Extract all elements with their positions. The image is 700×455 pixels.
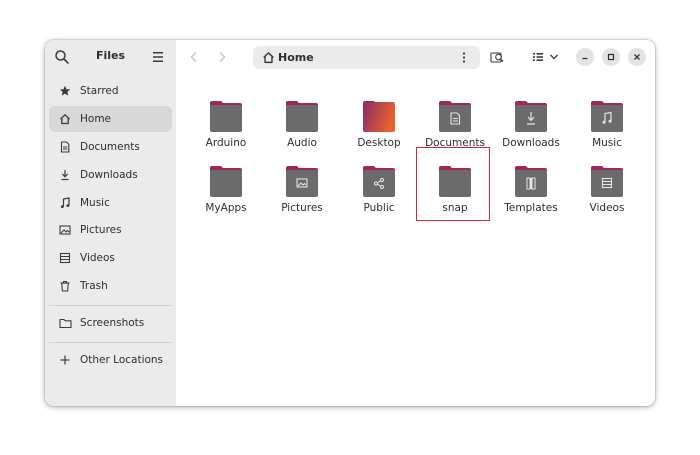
file-name: Downloads [502, 137, 560, 149]
minimize-icon [582, 57, 588, 60]
file-name: Desktop [357, 137, 401, 149]
home-icon [263, 52, 274, 64]
file-name: Music [592, 137, 622, 149]
folder-downloads[interactable]: Downloads [493, 94, 569, 156]
trash-icon [58, 279, 72, 293]
sidebar-item-music[interactable]: Music [49, 190, 172, 216]
header-bar: Home [176, 40, 655, 74]
sidebar-item-label: Music [80, 197, 110, 209]
sidebar-divider [49, 342, 172, 343]
music-icon [58, 196, 72, 210]
document-icon [58, 140, 72, 154]
file-name: Pictures [281, 202, 323, 214]
maximize-icon [607, 53, 615, 61]
files-window: Files Starred Home Documents Downloads M… [45, 40, 655, 406]
download-icon [58, 168, 72, 182]
folder-icon [286, 101, 318, 132]
folder-icon [58, 316, 72, 330]
folder-icon [439, 166, 471, 197]
folder-icon [591, 166, 623, 197]
folder-public[interactable]: Public [341, 159, 417, 221]
sidebar-item-downloads[interactable]: Downloads [49, 162, 172, 188]
folder-templates[interactable]: Templates [493, 159, 569, 221]
sidebar-item-label: Screenshots [80, 317, 145, 329]
kebab-menu-icon[interactable] [461, 51, 467, 64]
folder-icon [439, 101, 471, 132]
sidebar-item-label: Documents [80, 141, 140, 153]
sidebar-item-label: Videos [80, 252, 115, 264]
current-location: Home [278, 51, 314, 64]
file-name: Arduino [205, 137, 247, 149]
sidebar-item-documents[interactable]: Documents [49, 134, 172, 160]
folder-snap[interactable]: snap [417, 159, 493, 221]
sidebar-item-label: Starred [80, 85, 119, 97]
star-icon [58, 84, 72, 98]
sidebar-item-screenshots[interactable]: Screenshots [49, 310, 172, 336]
plus-icon [58, 353, 72, 367]
sidebar-item-label: Pictures [80, 224, 122, 236]
desktop-folder-icon [363, 101, 395, 132]
folder-icon [210, 101, 242, 132]
folder-icon [363, 166, 395, 197]
sidebar-divider [49, 305, 172, 306]
video-icon [58, 251, 72, 265]
sidebar-item-label: Trash [80, 280, 108, 292]
view-options-button[interactable] [548, 49, 560, 65]
folder-audio[interactable]: Audio [264, 94, 340, 156]
folder-arduino[interactable]: Arduino [188, 94, 264, 156]
sidebar-item-videos[interactable]: Videos [49, 245, 172, 271]
view-toggle-button[interactable] [531, 49, 545, 65]
file-name: MyApps [205, 202, 247, 214]
maximize-button[interactable] [602, 48, 620, 66]
sidebar-item-starred[interactable]: Starred [49, 78, 172, 104]
folder-search-icon [489, 52, 503, 63]
folder-icon [591, 101, 623, 132]
sidebar-item-pictures[interactable]: Pictures [49, 217, 172, 243]
sidebar-item-other-locations[interactable]: Other Locations [49, 347, 172, 373]
file-name: Videos [589, 202, 625, 214]
sidebar-item-home[interactable]: Home [49, 106, 172, 132]
file-name: Templates [504, 202, 558, 214]
chevron-down-icon [550, 54, 558, 60]
list-view-icon [533, 53, 543, 61]
file-name: Public [363, 202, 395, 214]
sidebar-item-label: Downloads [80, 169, 138, 181]
sidebar-item-label: Home [80, 113, 112, 125]
folder-icon [515, 101, 547, 132]
folder-videos[interactable]: Videos [569, 159, 645, 221]
folder-pictures[interactable]: Pictures [264, 159, 340, 221]
minimize-button[interactable] [576, 48, 594, 66]
path-bar[interactable]: Home [253, 46, 480, 69]
folder-documents[interactable]: Documents [417, 94, 493, 156]
file-name: Documents [425, 137, 485, 149]
sidebar-item-label: Other Locations [80, 354, 164, 366]
folder-music[interactable]: Music [569, 94, 645, 156]
home-icon [58, 112, 72, 126]
folder-myapps[interactable]: MyApps [188, 159, 264, 221]
main-content: Home Arduino Audio Desktop Documents Dow… [176, 40, 655, 406]
folder-desktop[interactable]: Desktop [341, 94, 417, 156]
folder-icon [210, 166, 242, 197]
sidebar-header: Files [45, 40, 176, 74]
forward-icon[interactable] [215, 50, 229, 64]
close-icon [634, 54, 640, 60]
file-name: snap [442, 202, 468, 214]
folder-icon [286, 166, 318, 197]
hamburger-menu-icon[interactable] [151, 51, 165, 63]
sidebar: Files Starred Home Documents Downloads M… [45, 40, 176, 406]
search-button[interactable] [488, 49, 506, 65]
picture-icon [58, 223, 72, 237]
file-name: Audio [287, 137, 317, 149]
back-icon[interactable] [187, 50, 201, 64]
sidebar-item-trash[interactable]: Trash [49, 273, 172, 299]
close-button[interactable] [628, 48, 646, 66]
folder-icon [515, 166, 547, 197]
